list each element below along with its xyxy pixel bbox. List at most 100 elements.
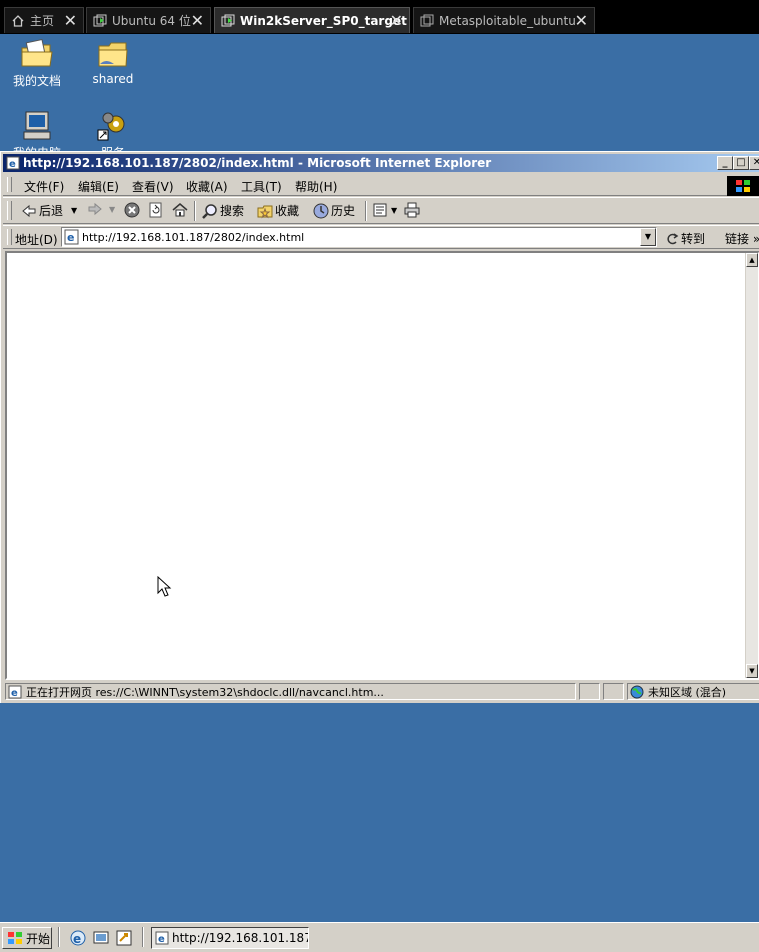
refresh-icon	[149, 202, 162, 218]
dropdown-arrow-icon[interactable]: ▼	[71, 206, 77, 215]
desktop-icon-my-documents[interactable]: 我的文档	[2, 38, 72, 89]
close-icon[interactable]: ✕	[390, 11, 403, 30]
address-input[interactable]: e http://192.168.101.187/2802/index.html…	[61, 227, 657, 247]
history-button[interactable]: 历史	[313, 202, 355, 219]
dropdown-arrow-icon[interactable]: ▼	[391, 206, 397, 215]
refresh-button[interactable]	[148, 202, 164, 218]
mouse-cursor-icon	[157, 576, 172, 597]
my-computer-icon	[23, 111, 51, 140]
status-text-cell: e 正在打开网页 res://C:\WINNT\system32\shdoclc…	[5, 683, 576, 700]
print-icon	[404, 202, 420, 218]
vertical-scrollbar[interactable]: ▲ ▼	[745, 253, 758, 678]
go-arrow-icon	[667, 232, 679, 244]
vm-tab-label: Win2kServer_SP0_target	[240, 13, 407, 28]
explorer-quicklaunch-icon[interactable]	[92, 929, 110, 947]
taskbar-button-ie[interactable]: e http://192.168.101.187/...	[151, 927, 309, 949]
svg-text:e: e	[73, 932, 81, 946]
print-button[interactable]	[404, 202, 420, 218]
search-label: 搜索	[220, 204, 245, 218]
search-button[interactable]: 搜索	[202, 202, 244, 219]
go-button[interactable]: 转到	[665, 230, 705, 247]
links-button[interactable]: 链接 »	[725, 230, 759, 247]
vm-tab-metasploitable[interactable]: Metasploitable_ubuntu ✕	[413, 7, 595, 33]
home-icon	[172, 203, 188, 217]
page-content[interactable]: ▲ ▼	[5, 251, 759, 680]
svg-text:e: e	[11, 688, 18, 699]
menu-view[interactable]: 查看(V)	[132, 178, 174, 195]
status-zone-cell: 未知区域 (混合)	[627, 683, 759, 700]
ie-page-icon: e	[6, 156, 20, 170]
vm-icon	[420, 14, 434, 26]
standard-toolbar: 后退 ▼ ▼ 搜索 收藏 历史 ▼	[3, 197, 759, 224]
desktop-quicklaunch-icon[interactable]	[115, 929, 133, 947]
address-label: 地址(D)	[15, 233, 58, 247]
menu-file[interactable]: 文件(F)	[24, 178, 64, 195]
forward-arrow-icon	[88, 202, 102, 216]
globe-icon	[630, 685, 644, 698]
menu-help[interactable]: 帮助(H)	[295, 178, 337, 195]
forward-button[interactable]: ▼	[87, 202, 115, 216]
status-text: 正在打开网页 res://C:\WINNT\system32\shdoclc.d…	[26, 685, 384, 699]
mail-button[interactable]: ▼	[373, 202, 397, 218]
close-icon[interactable]: ✕	[575, 11, 588, 30]
vm-tab-home[interactable]: 主页 ✕	[4, 7, 84, 33]
toolbar-grip	[7, 201, 12, 220]
favorites-folder-icon	[257, 205, 273, 218]
address-bar: 地址(D) e http://192.168.101.187/2802/inde…	[3, 225, 759, 249]
ie-quicklaunch-icon[interactable]: e	[69, 929, 87, 947]
vm-tab-win2k[interactable]: Win2kServer_SP0_target ✕	[214, 7, 410, 33]
zone-text: 未知区域 (混合)	[648, 685, 727, 699]
ie-window: e http://192.168.101.187/2802/index.html…	[0, 151, 759, 703]
search-icon	[202, 203, 217, 219]
history-icon	[313, 203, 329, 218]
menu-tools[interactable]: 工具(T)	[241, 178, 282, 195]
back-arrow-icon	[22, 204, 36, 217]
desktop-icon-label: 我的文档	[12, 74, 61, 88]
scroll-down-button[interactable]: ▼	[746, 664, 758, 678]
favorites-label: 收藏	[275, 204, 300, 218]
toolbar-separator	[194, 201, 196, 221]
home-button[interactable]	[172, 202, 188, 218]
close-icon[interactable]: ✕	[191, 11, 204, 30]
start-label: 开始	[26, 931, 51, 946]
vm-tab-bar: 主页 ✕ Ubuntu 64 位 ✕ Win2kServer_SP0_targe…	[0, 0, 759, 34]
address-dropdown-button[interactable]: ▼	[640, 228, 656, 246]
address-value: http://192.168.101.187/2802/index.html	[82, 231, 305, 244]
vm-tab-label: 主页	[30, 14, 55, 28]
vm-tab-label: Metasploitable_ubuntu	[439, 13, 576, 28]
title-bar[interactable]: e http://192.168.101.187/2802/index.html…	[3, 154, 759, 172]
taskbar: 开始 e e http://192.168.101.187/...	[0, 922, 759, 952]
menu-edit[interactable]: 编辑(E)	[78, 178, 119, 195]
taskbar-separator	[58, 927, 60, 947]
maximize-button[interactable]: □	[733, 156, 749, 170]
vm-icon	[93, 14, 107, 26]
scroll-up-button[interactable]: ▲	[746, 253, 758, 267]
history-label: 历史	[331, 204, 356, 218]
stop-button[interactable]	[124, 202, 140, 218]
taskbar-separator	[142, 927, 144, 947]
home-icon	[12, 14, 24, 27]
close-button[interactable]: ✕	[749, 156, 759, 170]
vm-tab-label: Ubuntu 64 位	[112, 14, 191, 28]
toolbar-grip	[7, 177, 12, 192]
svg-text:e: e	[67, 231, 74, 244]
favorites-button[interactable]: 收藏	[257, 202, 299, 219]
desktop-icon-shared[interactable]: shared	[78, 38, 148, 86]
windows-logo-icon	[727, 176, 759, 196]
windows-logo-icon	[8, 932, 22, 944]
menu-favorites[interactable]: 收藏(A)	[186, 178, 228, 195]
svg-text:e: e	[158, 934, 165, 945]
back-label: 后退	[39, 204, 64, 218]
go-label: 转到	[681, 232, 706, 246]
my-documents-icon	[21, 38, 53, 67]
minimize-button[interactable]: _	[717, 156, 733, 170]
svg-text:e: e	[9, 159, 16, 170]
ie-page-icon: e	[8, 685, 22, 699]
start-button[interactable]: 开始	[2, 927, 52, 949]
folder-shortcut-icon	[98, 42, 128, 67]
dropdown-arrow-icon[interactable]: ▼	[109, 205, 115, 214]
vm-tab-ubuntu[interactable]: Ubuntu 64 位 ✕	[86, 7, 211, 33]
close-icon[interactable]: ✕	[64, 11, 77, 30]
back-button[interactable]: 后退 ▼	[21, 202, 77, 219]
services-shortcut-icon	[97, 112, 125, 141]
